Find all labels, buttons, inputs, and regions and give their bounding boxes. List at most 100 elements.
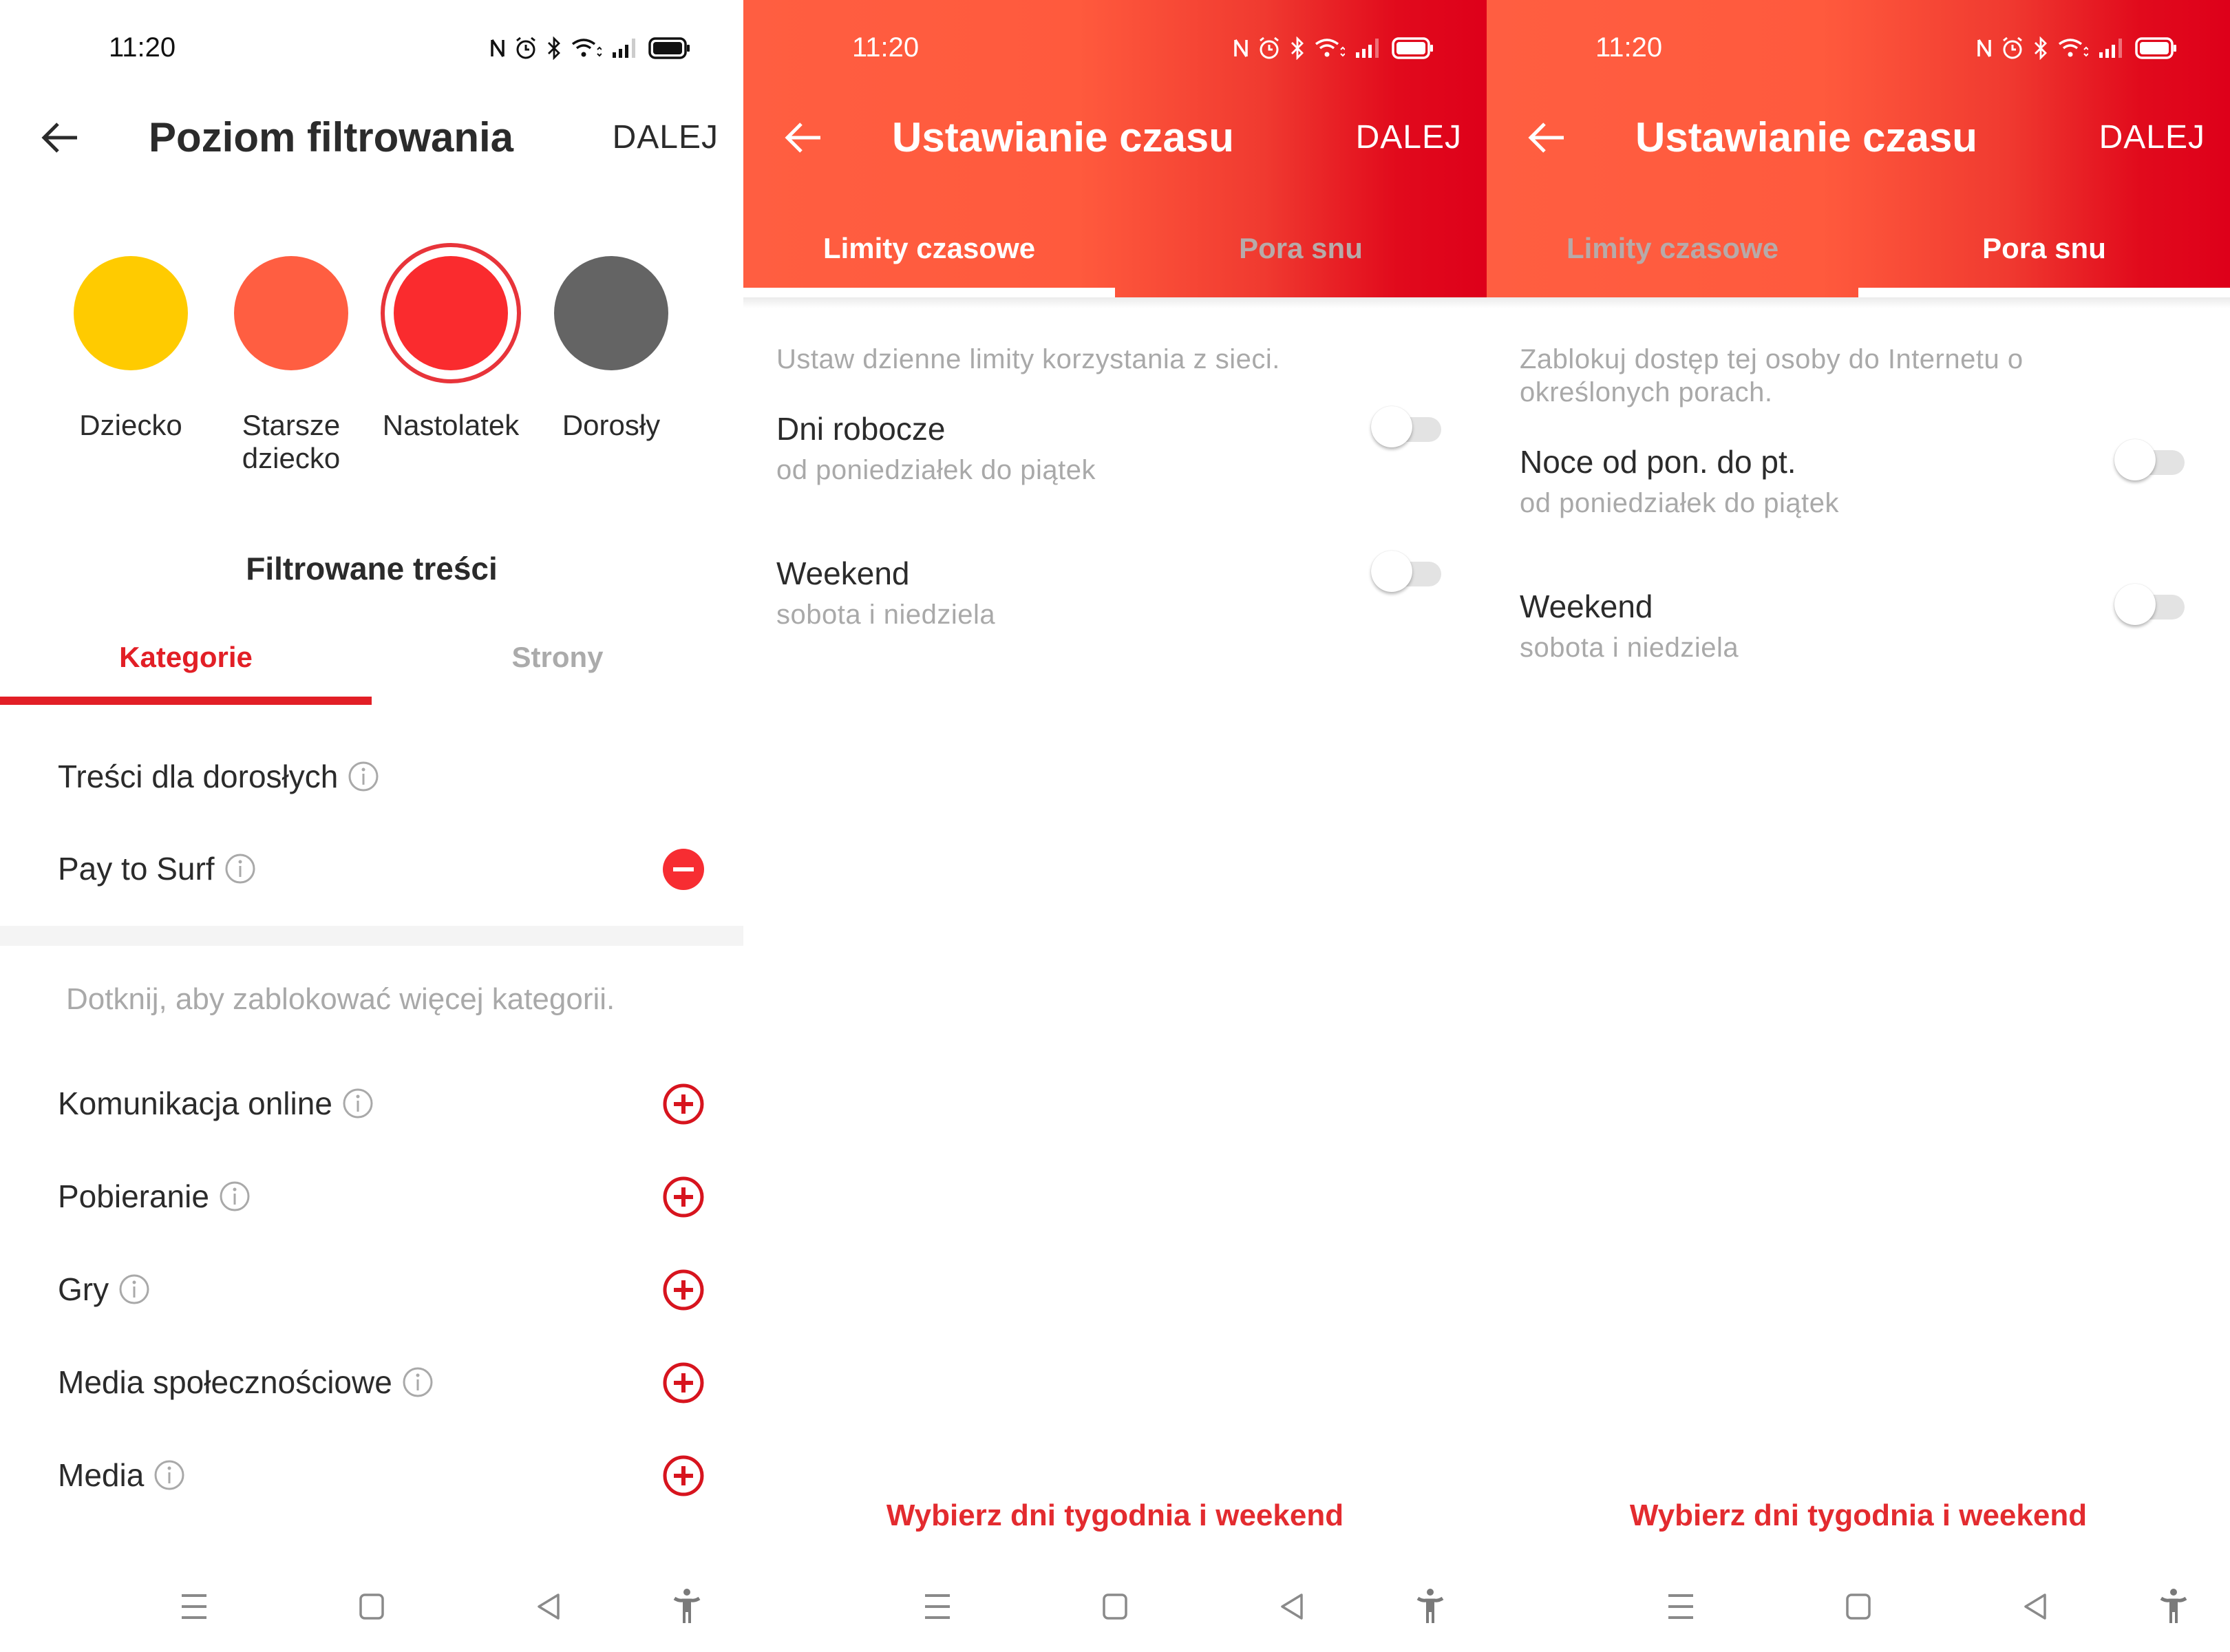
signal-icon bbox=[2099, 39, 2122, 58]
add-category-icon[interactable] bbox=[662, 1362, 705, 1404]
category-row: Komunikacja online bbox=[0, 1076, 743, 1131]
back-arrow-icon[interactable] bbox=[782, 116, 826, 160]
next-button[interactable]: DALEJ bbox=[1356, 117, 1462, 158]
category-label: Komunikacja online bbox=[58, 1086, 332, 1121]
header-shadow bbox=[1487, 297, 2230, 308]
choose-days-link[interactable]: Wybierz dni tygodnia i weekend bbox=[1487, 1496, 2230, 1535]
wifi-icon bbox=[571, 39, 602, 57]
home-square-icon bbox=[1846, 1593, 1871, 1620]
back-triangle-icon bbox=[1281, 1593, 1303, 1620]
battery-icon bbox=[1392, 37, 1433, 59]
setting-title: Dni robocze bbox=[776, 411, 946, 447]
back-arrow-icon[interactable] bbox=[39, 116, 83, 160]
page-title: Ustawianie czasu bbox=[1635, 114, 1977, 160]
level-option-adult[interactable]: Dorosły bbox=[535, 256, 687, 442]
toggle-knob bbox=[1371, 406, 1412, 447]
toggle-knob bbox=[2114, 439, 2156, 480]
tab-bedtime[interactable]: Pora snu bbox=[1115, 224, 1487, 273]
bluetooth-icon bbox=[548, 36, 560, 60]
remove-category-icon[interactable] bbox=[662, 848, 705, 891]
add-category-icon[interactable] bbox=[662, 1083, 705, 1125]
status-time: 11:20 bbox=[852, 32, 920, 63]
level-option-child[interactable]: Dziecko bbox=[55, 256, 206, 442]
setting-subtitle: od poniedziałek do piątek bbox=[776, 455, 1096, 485]
setting-subtitle: sobota i niedziela bbox=[776, 600, 996, 630]
category-label: Media bbox=[58, 1457, 145, 1493]
tab-bedtime[interactable]: Pora snu bbox=[1858, 224, 2230, 273]
menu-lines-icon bbox=[182, 1594, 206, 1619]
weekend-toggle[interactable] bbox=[2114, 584, 2185, 628]
nav-home[interactable] bbox=[1087, 1580, 1143, 1633]
system-nav-bar bbox=[743, 1580, 1487, 1633]
weekdays-toggle[interactable] bbox=[1371, 406, 1441, 450]
status-icons bbox=[1977, 33, 2178, 63]
menu-lines-icon bbox=[1668, 1594, 1693, 1619]
nav-recents[interactable] bbox=[910, 1580, 965, 1633]
tab-indicator bbox=[743, 288, 1115, 297]
setting-title: Weekend bbox=[1520, 589, 1653, 624]
nfc-icon bbox=[491, 39, 505, 57]
nav-back[interactable] bbox=[521, 1580, 576, 1633]
weeknights-toggle[interactable] bbox=[2114, 439, 2185, 483]
info-icon[interactable] bbox=[219, 1180, 251, 1212]
status-icons bbox=[1233, 33, 1434, 63]
nav-accessibility[interactable] bbox=[1403, 1580, 1458, 1633]
tab-time-limits[interactable]: Limity czasowe bbox=[1487, 224, 1858, 273]
info-icon[interactable] bbox=[224, 853, 256, 885]
back-arrow-icon[interactable] bbox=[1525, 116, 1569, 160]
category-row: Gry bbox=[0, 1262, 743, 1317]
nav-recents[interactable] bbox=[167, 1580, 222, 1633]
nfc-icon bbox=[1234, 39, 1248, 57]
nav-home[interactable] bbox=[1831, 1580, 1886, 1633]
setting-subtitle: od poniedziałek do piątek bbox=[1520, 488, 1839, 518]
signal-icon bbox=[1356, 39, 1379, 58]
choose-days-link[interactable]: Wybierz dni tygodnia i weekend bbox=[743, 1496, 1487, 1535]
status-time: 11:20 bbox=[109, 32, 176, 63]
add-category-icon[interactable] bbox=[662, 1269, 705, 1311]
accessibility-icon bbox=[1416, 1589, 1444, 1623]
level-label: Starsze dziecko bbox=[242, 409, 341, 474]
nav-accessibility[interactable] bbox=[2146, 1580, 2201, 1633]
category-label: Pobieranie bbox=[58, 1178, 209, 1214]
screen-description: Zablokuj dostęp tej osoby do Internetu o… bbox=[1520, 344, 2024, 407]
system-nav-bar bbox=[1487, 1580, 2230, 1633]
info-icon[interactable] bbox=[153, 1459, 185, 1491]
nav-home[interactable] bbox=[344, 1580, 399, 1633]
section-divider bbox=[0, 926, 743, 946]
add-category-icon[interactable] bbox=[662, 1176, 705, 1218]
home-square-icon bbox=[1103, 1593, 1127, 1620]
info-icon[interactable] bbox=[342, 1088, 374, 1119]
toggle-knob bbox=[2114, 584, 2156, 625]
next-button[interactable]: DALEJ bbox=[2099, 117, 2205, 158]
category-row: Media społecznościowe bbox=[0, 1355, 743, 1410]
nav-recents[interactable] bbox=[1653, 1580, 1708, 1633]
category-label: Pay to Surf bbox=[58, 851, 215, 887]
info-icon[interactable] bbox=[118, 1273, 150, 1305]
screen-filter-level: 11:20 Poziom filtrowania DALEJ Dziecko S… bbox=[0, 0, 743, 1652]
bluetooth-icon bbox=[2035, 36, 2047, 60]
tab-time-limits[interactable]: Limity czasowe bbox=[743, 224, 1115, 273]
level-label: Dorosły bbox=[562, 409, 661, 441]
tab-sites[interactable]: Strony bbox=[372, 633, 743, 688]
nav-back[interactable] bbox=[2008, 1580, 2063, 1633]
header-shadow bbox=[743, 297, 1487, 308]
signal-icon bbox=[613, 39, 635, 58]
setting-title: Weekend bbox=[776, 555, 910, 591]
alarm-icon bbox=[1260, 36, 1279, 59]
weekend-toggle[interactable] bbox=[1371, 551, 1441, 595]
level-option-teen[interactable]: Nastolatek bbox=[375, 243, 527, 442]
accessibility-icon bbox=[673, 1589, 701, 1623]
add-category-icon[interactable] bbox=[662, 1454, 705, 1497]
screen-description: Ustaw dzienne limity korzystania z sieci… bbox=[776, 344, 1280, 374]
level-color-dot bbox=[74, 256, 188, 370]
tab-categories[interactable]: Kategorie bbox=[0, 633, 372, 688]
nav-accessibility[interactable] bbox=[659, 1580, 714, 1633]
info-icon[interactable] bbox=[348, 761, 379, 792]
level-option-older-child[interactable]: Starsze dziecko bbox=[215, 256, 367, 475]
status-time: 11:20 bbox=[1595, 32, 1663, 63]
info-icon[interactable] bbox=[402, 1366, 434, 1398]
category-row: Pobieranie bbox=[0, 1169, 743, 1224]
battery-icon bbox=[2135, 37, 2176, 59]
nav-back[interactable] bbox=[1264, 1580, 1319, 1633]
next-button[interactable]: DALEJ bbox=[613, 117, 719, 158]
